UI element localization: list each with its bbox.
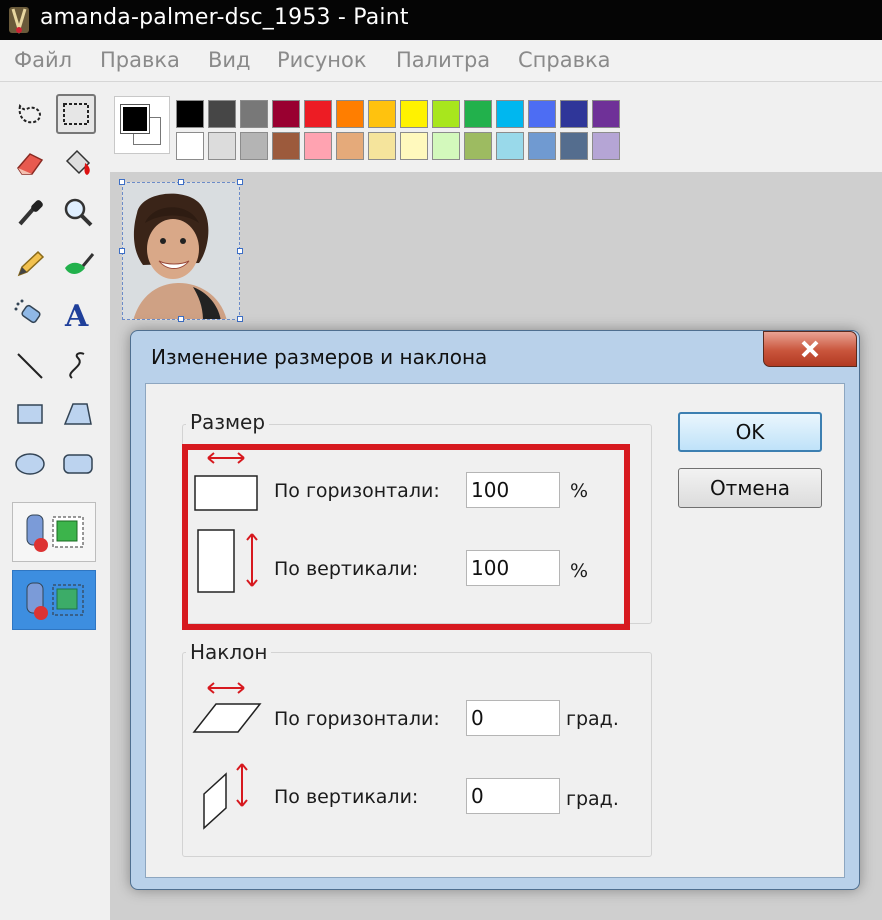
skew-vertical-label: По вертикали: [274, 786, 419, 808]
color-swatch[interactable] [496, 100, 524, 128]
free-select-icon[interactable] [10, 94, 50, 134]
resize-handle[interactable] [178, 316, 184, 322]
color-swatch[interactable] [368, 100, 396, 128]
toolbox: A [0, 82, 110, 920]
close-button[interactable] [763, 331, 857, 367]
close-icon [801, 340, 819, 358]
color-swatch[interactable] [592, 100, 620, 128]
vertical-skew-icon [203, 763, 248, 830]
ellipse-icon[interactable] [10, 444, 50, 484]
color-swatch[interactable] [464, 132, 492, 160]
eraser-icon[interactable] [10, 142, 50, 182]
color-swatch[interactable] [208, 132, 236, 160]
ok-button[interactable]: OK [678, 412, 822, 452]
brush-icon[interactable] [58, 244, 98, 284]
horizontal-skew-icon [192, 682, 262, 733]
color-swatch[interactable] [560, 100, 588, 128]
foreground-color-swatch[interactable] [120, 104, 150, 134]
text-icon[interactable]: A [58, 294, 98, 334]
skew-horizontal-input[interactable] [466, 700, 560, 736]
cancel-button[interactable]: Отмена [678, 468, 822, 508]
svg-text:A: A [64, 299, 89, 330]
color-swatch[interactable] [240, 100, 268, 128]
transparent-mode-option[interactable] [12, 570, 96, 630]
color-swatch[interactable] [432, 100, 460, 128]
photo-portrait [123, 183, 239, 319]
color-swatch[interactable] [528, 132, 556, 160]
resize-handle[interactable] [237, 316, 243, 322]
picker-icon[interactable] [10, 192, 50, 232]
color-swatch[interactable] [304, 100, 332, 128]
dialog-title: Изменение размеров и наклона [151, 345, 488, 369]
menu-help[interactable]: Справка [518, 48, 611, 72]
resize-group-label: Размер [186, 410, 270, 434]
menu-colors[interactable]: Палитра [396, 48, 490, 72]
color-swatch[interactable] [176, 132, 204, 160]
paint-app-icon [9, 7, 29, 35]
skew-vertical-input[interactable] [466, 778, 560, 814]
polygon-icon[interactable] [58, 394, 98, 434]
resize-handle[interactable] [119, 248, 125, 254]
magnifier-icon[interactable] [58, 192, 98, 232]
pencil-icon[interactable] [10, 244, 50, 284]
menu-edit[interactable]: Правка [100, 48, 180, 72]
menu-view[interactable]: Вид [208, 48, 251, 72]
color-swatch[interactable] [464, 100, 492, 128]
resize-handle[interactable] [237, 248, 243, 254]
color-swatch[interactable] [432, 132, 460, 160]
rectangle-icon[interactable] [10, 394, 50, 434]
menu-bar: Файл Правка Вид Рисунок Палитра Справка [0, 40, 882, 82]
color-swatch[interactable] [528, 100, 556, 128]
color-swatch[interactable] [240, 132, 268, 160]
color-swatch[interactable] [496, 132, 524, 160]
line-icon[interactable] [10, 346, 50, 386]
menu-image[interactable]: Рисунок [277, 48, 367, 72]
highlight-box [182, 444, 630, 630]
color-swatch[interactable] [272, 100, 300, 128]
rect-select-icon[interactable] [56, 94, 96, 134]
color-palette [110, 90, 882, 165]
window-title: amanda-palmer-dsc_1953 - Paint [40, 5, 409, 30]
title-bar: amanda-palmer-dsc_1953 - Paint [0, 0, 882, 40]
current-colors[interactable] [114, 96, 170, 154]
airbrush-icon[interactable] [10, 294, 50, 334]
menu-file[interactable]: Файл [14, 48, 72, 72]
color-swatch[interactable] [400, 132, 428, 160]
image-canvas[interactable] [122, 182, 240, 320]
fill-icon[interactable] [58, 142, 98, 182]
color-swatch[interactable] [400, 100, 428, 128]
resize-handle[interactable] [119, 179, 125, 185]
skew-horizontal-label: По горизонтали: [274, 708, 440, 730]
color-swatch[interactable] [336, 132, 364, 160]
color-swatch[interactable] [368, 132, 396, 160]
curve-icon[interactable] [58, 346, 98, 386]
skew-horizontal-unit: град. [566, 708, 619, 730]
color-swatch[interactable] [560, 132, 588, 160]
color-swatch[interactable] [176, 100, 204, 128]
color-swatch[interactable] [304, 132, 332, 160]
skew-group-label: Наклон [186, 640, 272, 664]
rounded-rect-icon[interactable] [58, 444, 98, 484]
color-swatch[interactable] [592, 132, 620, 160]
color-swatch[interactable] [272, 132, 300, 160]
resize-handle[interactable] [178, 179, 184, 185]
color-swatch[interactable] [336, 100, 364, 128]
opaque-mode-option[interactable] [12, 502, 96, 562]
skew-vertical-unit: град. [566, 788, 619, 810]
resize-handle[interactable] [237, 179, 243, 185]
color-swatch[interactable] [208, 100, 236, 128]
